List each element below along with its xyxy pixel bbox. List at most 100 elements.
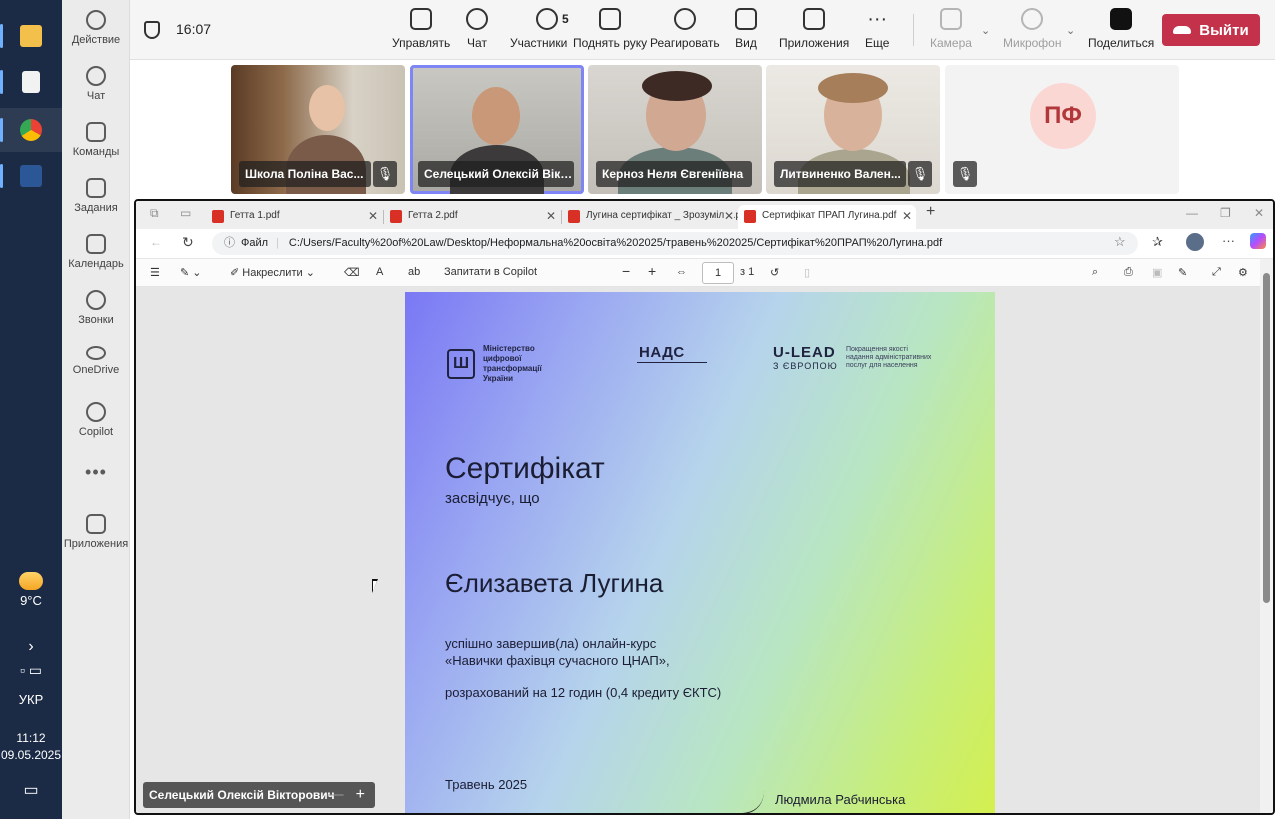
tray-icons[interactable]: ▫ ▭ [0, 662, 62, 679]
draw-button[interactable]: ✐ Накреслити ⌄ [230, 266, 315, 279]
rail-item-apps[interactable]: Приложения [62, 514, 130, 550]
tab-prap-certificate[interactable]: Сертифікат ПРАП Лугина.pdf ✕ [738, 205, 916, 229]
favorites-icon[interactable]: ✰ [1152, 234, 1163, 250]
share-button[interactable]: Поделиться [1088, 8, 1154, 50]
vertical-scrollbar[interactable] [1260, 259, 1273, 813]
zoom-out-button[interactable]: − [622, 263, 630, 279]
tab-actions-icon[interactable]: ▭ [180, 206, 191, 220]
pdf-viewer[interactable]: Ш Міністерство цифрової трансформації Ук… [136, 287, 1262, 813]
rail-item-assignments[interactable]: Задания [62, 178, 130, 214]
signer-name: Людмила Рабчинська [775, 792, 906, 807]
new-tab-button[interactable]: + [926, 203, 935, 221]
tab-luhyna-certificate[interactable]: Лугина сертифікат _ Зрозуміло!.p ✕ [562, 205, 738, 229]
close-tab-icon[interactable]: ✕ [723, 205, 734, 227]
back-arrow-icon[interactable]: ← [150, 235, 162, 249]
mouse-cursor-icon [372, 579, 378, 593]
highlight-icon[interactable]: ✎ ⌄ [180, 266, 202, 279]
camera-options-chevron-icon[interactable]: ⌄ [981, 24, 990, 37]
participant-name: Керноз Неля Євгеніївна [596, 161, 752, 187]
leave-button[interactable]: Выйти [1162, 14, 1260, 46]
contents-icon[interactable]: ☰ [150, 266, 160, 279]
tab-getta-2[interactable]: Гетта 2.pdf ✕ [384, 205, 560, 229]
close-window-icon[interactable]: ✕ [1254, 206, 1264, 220]
rail-item-copilot[interactable]: Copilot [62, 402, 130, 438]
page-number-input[interactable]: 1 [702, 262, 734, 284]
participant-tile[interactable]: Школа Поліна Вас... 🎙 [231, 65, 405, 194]
mic-button[interactable]: Микрофон [1003, 8, 1061, 50]
fullscreen-icon[interactable]: ⤢ [1212, 266, 1221, 279]
page-view-icon[interactable]: ▯ [804, 266, 810, 279]
react-button[interactable]: Реагировать [650, 8, 720, 50]
mic-options-chevron-icon[interactable]: ⌄ [1066, 24, 1075, 37]
notepad-icon[interactable] [0, 60, 62, 104]
taskbar-clock[interactable]: 11:12 09.05.2025 [0, 730, 62, 764]
manage-button[interactable]: Управлять [392, 8, 450, 50]
apps-button[interactable]: Приложения [779, 8, 849, 50]
certificate-date: Травень 2025 [445, 777, 528, 792]
workspaces-icon[interactable]: ⧉ [150, 206, 159, 221]
zoom-in-button[interactable]: + [648, 263, 656, 279]
minimize-icon[interactable]: — [1186, 206, 1198, 220]
view-button[interactable]: Вид [735, 8, 757, 50]
participant-tile-active[interactable]: Селецький Олексій Вікт... [410, 65, 584, 194]
participant-tile[interactable]: ПФ 🎙 [945, 65, 1179, 194]
phone-hangup-icon [1173, 26, 1192, 34]
more-button[interactable]: ··· Еще [865, 8, 889, 50]
participants-count: 5 [562, 12, 569, 26]
participant-tile[interactable]: Литвиненко Вален... 🎙 [766, 65, 940, 194]
save-as-icon[interactable]: ✎ [1178, 266, 1187, 279]
camera-button[interactable]: Камера [930, 8, 972, 50]
participant-name: Селецький Олексій Вікт... [418, 161, 574, 187]
fit-page-icon[interactable]: ⇔ [676, 266, 687, 278]
rail-item-onedrive[interactable]: OneDrive [62, 346, 130, 376]
participant-tile[interactable]: Керноз Неля Євгеніївна [588, 65, 762, 194]
read-aloud-icon[interactable]: A [376, 266, 383, 278]
notifications-icon[interactable]: ▭ [0, 780, 62, 800]
ulead-sub: З ЄВРОПОЮ [773, 361, 838, 371]
windows-taskbar: 9°C › ▫ ▭ УКР 11:12 09.05.2025 ▭ [0, 0, 62, 819]
browser-menu-icon[interactable]: ··· [1222, 233, 1235, 248]
profile-avatar[interactable] [1186, 233, 1204, 251]
chevron-right-icon[interactable]: › [0, 638, 62, 656]
raise-hand-button[interactable]: Поднять руку [573, 8, 647, 50]
word-icon[interactable] [0, 154, 62, 198]
chat-button[interactable]: Чат [466, 8, 488, 50]
copilot-icon[interactable] [1250, 233, 1266, 249]
settings-gear-icon[interactable]: ⚙ [1238, 266, 1248, 279]
rail-item-chat[interactable]: Чат [62, 66, 130, 102]
translate-icon[interactable]: ab [408, 266, 420, 278]
chrome-icon[interactable] [0, 108, 62, 152]
rail-item-teams[interactable]: Команды [62, 122, 130, 158]
zoom-out-presenter-button[interactable]: — [328, 786, 344, 803]
rotate-icon[interactable]: ↺ [770, 266, 779, 279]
print-icon[interactable]: ⎙ [1124, 266, 1133, 279]
close-tab-icon[interactable]: ✕ [546, 205, 556, 227]
maximize-icon[interactable]: ❐ [1220, 206, 1231, 220]
certificate-subtitle: засвідчує, що [445, 490, 540, 507]
language-indicator[interactable]: УКР [0, 692, 62, 707]
clock-time: 11:12 [16, 731, 46, 745]
tab-getta-1[interactable]: Гетта 1.pdf ✕ [206, 205, 382, 229]
weather-widget[interactable]: 9°C [0, 572, 62, 608]
file-explorer-icon[interactable] [0, 14, 62, 58]
search-icon[interactable]: ⌕ [1092, 266, 1098, 279]
rail-more-button[interactable]: ••• [62, 462, 130, 483]
star-favorite-icon[interactable]: ☆ [1114, 234, 1126, 250]
rail-item-calls[interactable]: Звонки [62, 290, 130, 326]
close-tab-icon[interactable]: ✕ [902, 205, 912, 227]
save-icon[interactable]: ▣ [1152, 266, 1162, 279]
eraser-icon[interactable]: ⌫ [344, 266, 360, 279]
refresh-icon[interactable]: ↻ [182, 234, 194, 251]
rail-item-activity[interactable]: Действие [62, 10, 130, 46]
scrollbar-thumb[interactable] [1263, 273, 1270, 603]
participants-button[interactable]: 5 Участники [510, 8, 569, 50]
avatar: ПФ [1030, 83, 1096, 149]
participant-name: Школа Поліна Вас... [239, 161, 371, 187]
url-input[interactable]: ⓘ Файл | C:/Users/Faculty%20of%20Law/Deskto… [212, 232, 1138, 255]
weather-icon [19, 572, 43, 590]
close-tab-icon[interactable]: ✕ [368, 205, 378, 227]
ask-copilot-button[interactable]: Запитати в Copilot [444, 266, 537, 278]
signature [703, 790, 767, 813]
zoom-in-presenter-button[interactable]: + [356, 786, 365, 803]
rail-item-calendar[interactable]: Календарь [62, 234, 130, 270]
